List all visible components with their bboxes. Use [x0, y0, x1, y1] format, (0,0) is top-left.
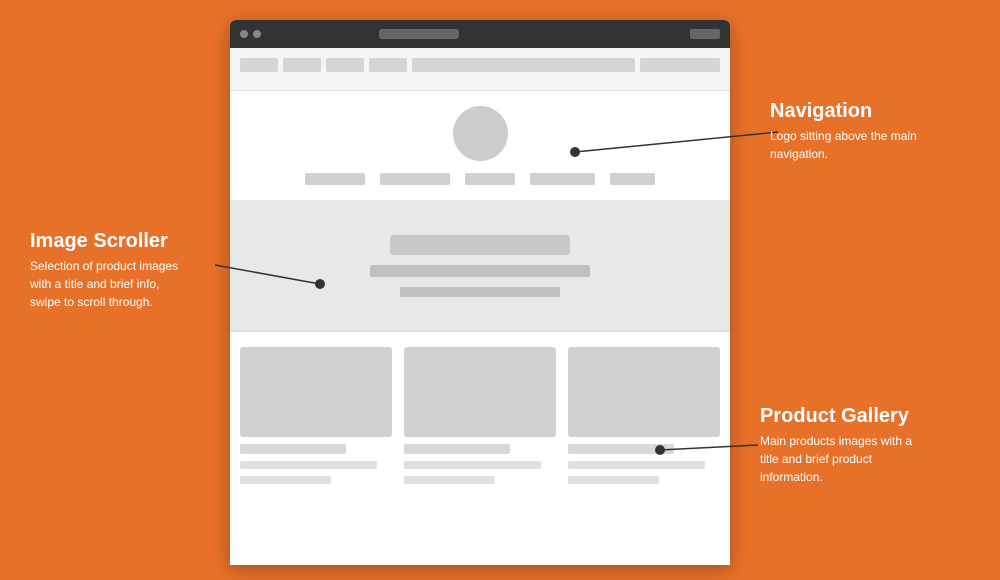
image-scroller-description: Selection of product images with a title…	[30, 257, 190, 311]
navigation-annotation: Navigation Logo sitting above the main n…	[770, 100, 930, 163]
nav-link-3	[465, 173, 515, 185]
hero-text-bar	[400, 287, 560, 297]
browser-chrome	[230, 20, 730, 48]
gallery-card-3	[568, 347, 720, 484]
nav-tab-2	[283, 58, 321, 72]
nav-link-1	[305, 173, 365, 185]
gallery-grid	[240, 347, 720, 484]
header-area	[230, 48, 730, 91]
card-desc-1a	[240, 461, 377, 469]
chrome-dot-1	[240, 30, 248, 38]
gallery-card-2	[404, 347, 556, 484]
card-image-1	[240, 347, 392, 437]
card-title-1	[240, 444, 346, 454]
chrome-addressbar	[379, 29, 459, 39]
logo-circle	[453, 106, 508, 161]
hero-area	[230, 202, 730, 332]
nav-link-4	[530, 173, 595, 185]
card-desc-3b	[568, 476, 659, 484]
product-gallery-description: Main products images with a title and br…	[760, 432, 920, 486]
product-gallery-title: Product Gallery	[760, 405, 920, 428]
card-desc-2a	[404, 461, 541, 469]
nav-tabs-row	[240, 58, 720, 72]
nav-tab-4	[369, 58, 407, 72]
gallery-area	[230, 332, 730, 499]
card-desc-2b	[404, 476, 495, 484]
nav-tab-3	[326, 58, 364, 72]
navigation-description: Logo sitting above the main navigation.	[770, 127, 930, 163]
hero-subtitle-bar	[370, 265, 590, 277]
navigation-title: Navigation	[770, 100, 930, 123]
card-image-3	[568, 347, 720, 437]
nav-link-5	[610, 173, 655, 185]
gallery-card-1	[240, 347, 392, 484]
card-title-2	[404, 444, 510, 454]
nav-link-2	[380, 173, 450, 185]
nav-search-bar	[412, 58, 635, 72]
card-desc-1b	[240, 476, 331, 484]
product-gallery-annotation: Product Gallery Main products images wit…	[760, 405, 920, 486]
card-desc-3a	[568, 461, 705, 469]
chrome-button	[690, 29, 720, 39]
image-scroller-title: Image Scroller	[30, 230, 190, 253]
card-title-3	[568, 444, 674, 454]
logo-nav-area	[230, 91, 730, 202]
hero-title-bar	[390, 235, 570, 255]
nav-tab-1	[240, 58, 278, 72]
nav-extra-bar	[640, 58, 720, 72]
nav-links-row	[305, 173, 655, 185]
image-scroller-annotation: Image Scroller Selection of product imag…	[30, 230, 190, 311]
chrome-dot-2	[253, 30, 261, 38]
card-image-2	[404, 347, 556, 437]
browser-window	[230, 20, 730, 565]
